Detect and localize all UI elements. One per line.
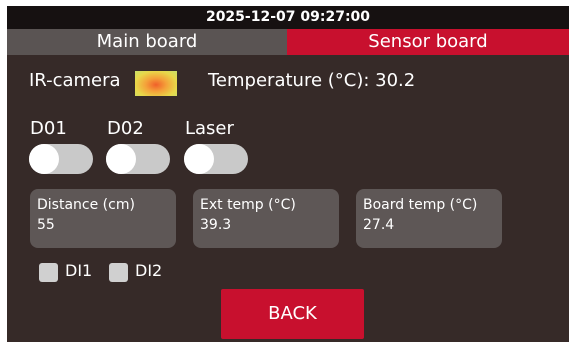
di2-label: DI2	[135, 261, 163, 280]
ext-temp-card: Ext temp (°C) 39.3	[193, 189, 339, 248]
toggle-knob	[106, 144, 136, 174]
di1-label: DI1	[65, 261, 93, 280]
status-bar: 2025-12-07 09:27:00	[7, 6, 569, 29]
datetime-label: 2025-12-07 09:27:00	[205, 9, 371, 25]
tab-main-board[interactable]: Main board	[7, 29, 287, 55]
di2-checkbox[interactable]	[109, 263, 128, 282]
distance-title: Distance (cm)	[37, 197, 135, 213]
ir-camera-thumbnail[interactable]	[135, 71, 177, 96]
ext-temp-title: Ext temp (°C)	[200, 197, 296, 213]
tab-sensor-board[interactable]: Sensor board	[287, 29, 569, 55]
toggle-label-d01: D01	[30, 118, 67, 139]
d01-toggle[interactable]	[29, 144, 93, 174]
ir-camera-label: IR-camera	[29, 70, 121, 91]
board-temp-value: 27.4	[363, 217, 395, 233]
di1-checkbox[interactable]	[39, 263, 58, 282]
temperature-readout: Temperature (°C): 30.2	[208, 70, 416, 91]
device-screen: 2025-12-07 09:27:00 Main board Sensor bo…	[7, 6, 569, 342]
ext-temp-value: 39.3	[200, 217, 232, 233]
toggle-knob	[184, 144, 214, 174]
laser-toggle[interactable]	[184, 144, 248, 174]
distance-value: 55	[37, 217, 55, 233]
tab-bar: Main board Sensor board	[7, 29, 569, 55]
board-temp-card: Board temp (°C) 27.4	[356, 189, 502, 248]
back-button[interactable]: BACK	[221, 289, 364, 339]
board-temp-title: Board temp (°C)	[363, 197, 478, 213]
d02-toggle[interactable]	[106, 144, 170, 174]
distance-card: Distance (cm) 55	[30, 189, 176, 248]
toggle-label-laser: Laser	[185, 118, 234, 139]
toggle-label-d02: D02	[107, 118, 144, 139]
toggle-knob	[29, 144, 59, 174]
